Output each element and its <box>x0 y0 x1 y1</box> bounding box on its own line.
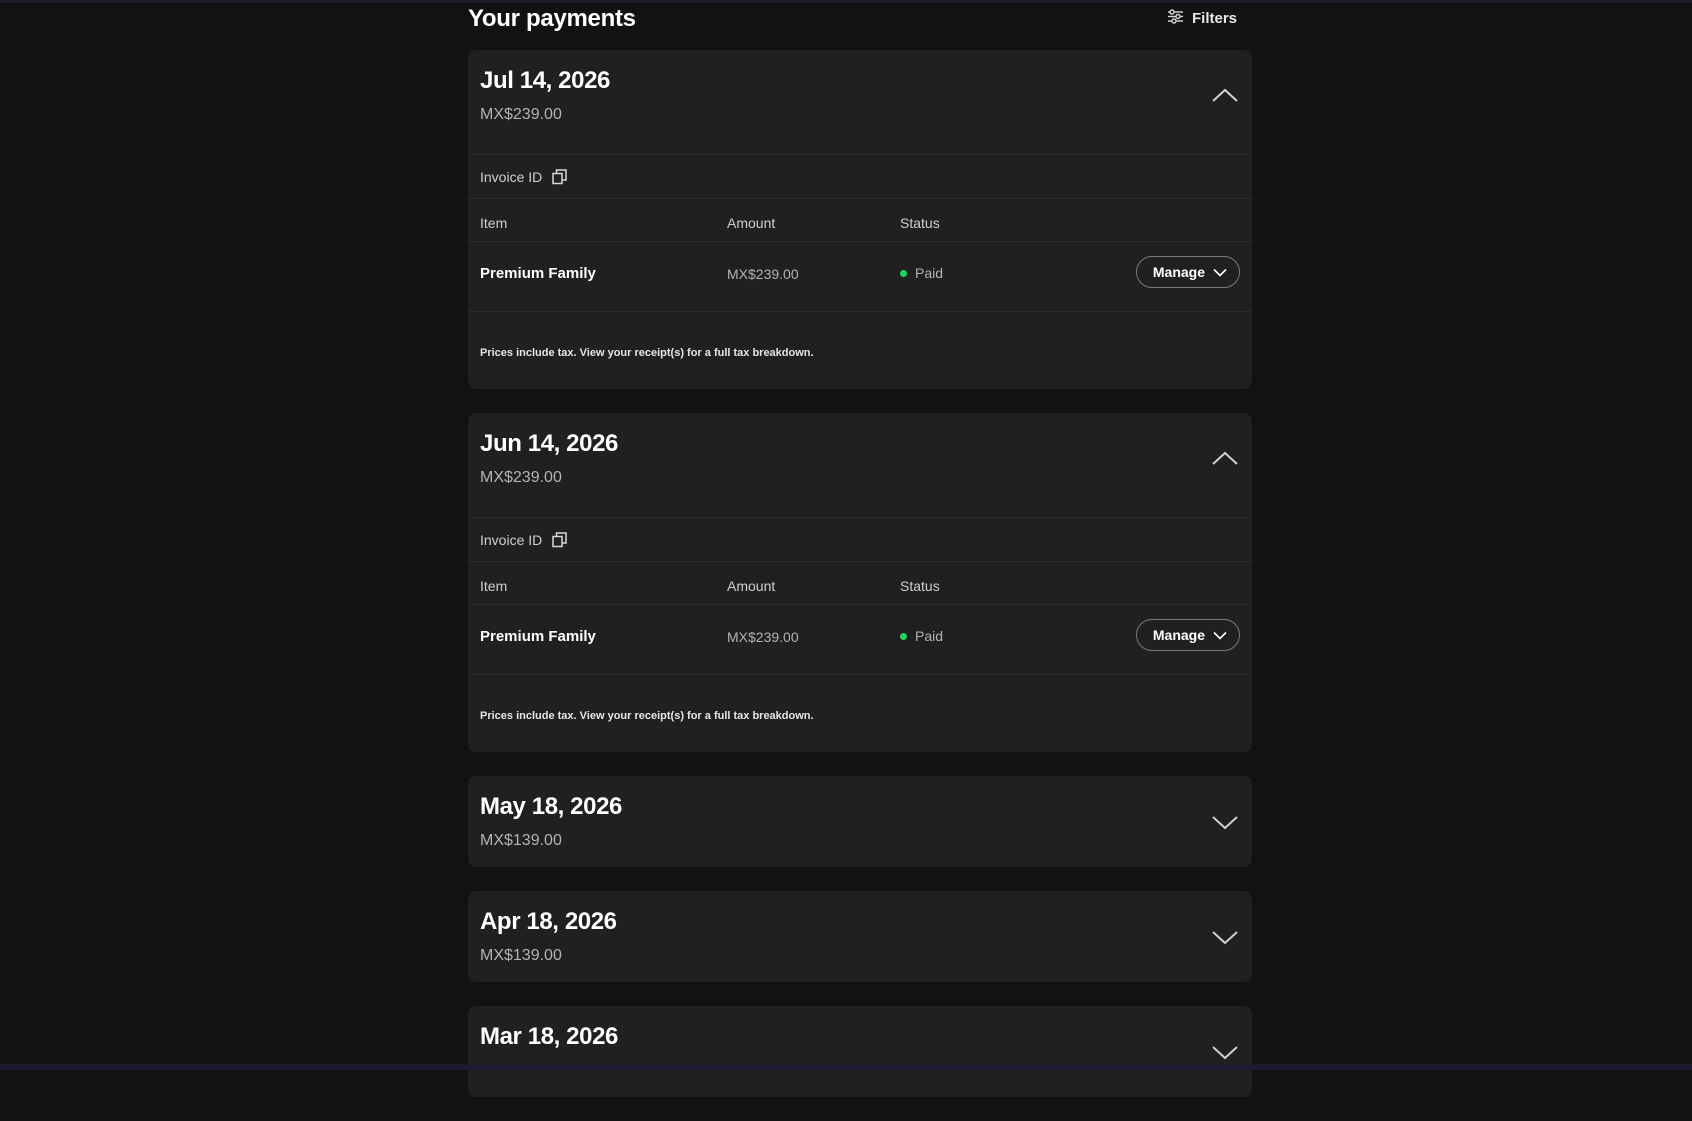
filters-label: Filters <box>1191 10 1237 27</box>
column-header-status: Status <box>900 578 940 594</box>
payment-card-header[interactable]: May 18, 2026 MX$139.00 <box>468 776 1252 867</box>
table-row: Premium Family MX$239.00 Paid Manage <box>468 242 1252 311</box>
payment-date: Jul 14, 2026 <box>480 67 610 94</box>
payment-card: Jul 14, 2026 MX$239.00 Invoice ID Item Amoun… <box>468 50 1252 389</box>
payment-card-header[interactable]: Jul 14, 2026 MX$239.00 <box>468 50 1252 154</box>
payment-total: MX$239.00 <box>480 106 562 123</box>
filters-button[interactable]: Filters <box>1167 9 1237 28</box>
status-badge: Paid <box>900 265 943 281</box>
copy-icon[interactable] <box>552 531 567 548</box>
payments-page: Your payments Filters Jul 14, 2026 MX$239… <box>468 0 1252 1121</box>
item-name: Premium Family <box>480 628 596 645</box>
payment-date: Jun 14, 2026 <box>480 430 618 457</box>
table-row: Premium Family MX$239.00 Paid Manage <box>468 605 1252 674</box>
tax-note: Prices include tax. View your receipt(s)… <box>468 312 1252 389</box>
items-table-header: Item Amount Status <box>468 199 1252 241</box>
payment-card: May 18, 2026 MX$139.00 <box>468 776 1252 867</box>
manage-label: Manage <box>1152 264 1205 280</box>
manage-button[interactable]: Manage <box>1135 256 1240 288</box>
chevron-down-icon <box>1213 627 1227 643</box>
column-header-amount: Amount <box>727 578 776 594</box>
tax-note-text: Prices include tax. View your receipt(s)… <box>480 347 814 359</box>
column-header-item: Item <box>480 215 508 231</box>
invoice-id-row: Invoice ID <box>468 518 1252 561</box>
item-name: Premium Family <box>480 265 596 282</box>
invoice-id-label: Invoice ID <box>480 531 543 548</box>
copy-icon[interactable] <box>552 168 567 185</box>
payment-card: Jun 14, 2026 MX$239.00 Invoice ID Item Amoun… <box>468 413 1252 752</box>
payment-card-header[interactable]: Apr 18, 2026 MX$139.00 <box>468 891 1252 982</box>
payment-date: May 18, 2026 <box>480 793 622 820</box>
chevron-up-icon[interactable] <box>1210 449 1240 469</box>
payment-total: MX$139.00 <box>480 832 562 849</box>
payment-total: MX$139.00 <box>480 947 562 964</box>
payment-card: Mar 18, 2026 <box>468 1006 1252 1097</box>
item-amount: MX$239.00 <box>727 266 799 282</box>
payment-card-header[interactable]: Jun 14, 2026 MX$239.00 <box>468 413 1252 517</box>
status-text: Paid <box>915 628 944 644</box>
payment-card-header[interactable]: Mar 18, 2026 <box>468 1006 1252 1097</box>
chevron-down-icon[interactable] <box>1210 927 1240 947</box>
column-header-status: Status <box>900 215 940 231</box>
chevron-down-icon[interactable] <box>1210 1042 1240 1062</box>
status-dot-icon <box>900 632 907 640</box>
payment-total: MX$239.00 <box>480 469 562 486</box>
manage-button[interactable]: Manage <box>1135 619 1240 651</box>
payments-header: Your payments Filters <box>468 0 1252 50</box>
invoice-id-row: Invoice ID <box>468 155 1252 198</box>
chevron-down-icon <box>1213 264 1227 280</box>
column-header-item: Item <box>480 578 508 594</box>
items-table-header: Item Amount Status <box>468 562 1252 604</box>
chevron-down-icon[interactable] <box>1210 812 1240 832</box>
sliders-icon <box>1167 9 1184 28</box>
chevron-up-icon[interactable] <box>1210 86 1240 106</box>
status-dot-icon <box>900 269 907 277</box>
status-badge: Paid <box>900 628 943 644</box>
payment-date: Mar 18, 2026 <box>480 1023 618 1050</box>
payment-date: Apr 18, 2026 <box>480 908 617 935</box>
tax-note-text: Prices include tax. View your receipt(s)… <box>480 710 814 722</box>
column-header-amount: Amount <box>727 215 776 231</box>
tax-note: Prices include tax. View your receipt(s)… <box>468 675 1252 752</box>
payment-card: Apr 18, 2026 MX$139.00 <box>468 891 1252 982</box>
page-title: Your payments <box>468 5 636 32</box>
item-amount: MX$239.00 <box>727 629 799 645</box>
invoice-id-label: Invoice ID <box>480 168 543 185</box>
status-text: Paid <box>915 265 944 281</box>
bottom-edge-strip <box>0 1064 1692 1070</box>
payments-list: Jul 14, 2026 MX$239.00 Invoice ID Item Amoun… <box>468 50 1252 1097</box>
manage-label: Manage <box>1152 627 1205 643</box>
